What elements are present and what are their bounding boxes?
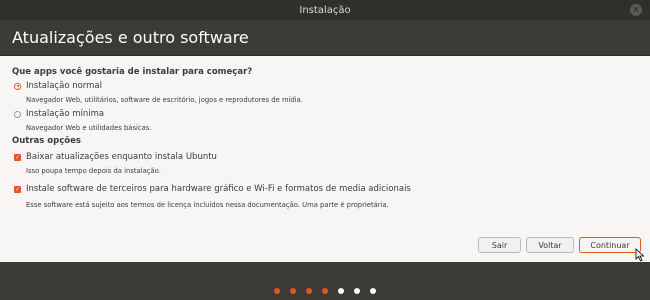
radio-minimal-install-label[interactable]: Instalação mínima [26, 109, 104, 119]
other-options-title: Outras opções [12, 136, 81, 146]
radio-unselected-icon[interactable] [14, 110, 21, 118]
window-close-button[interactable]: × [630, 4, 642, 16]
window-titlebar: Instalação × [0, 0, 650, 20]
continue-button[interactable]: Continuar [579, 237, 641, 253]
window-title: Instalação [299, 4, 351, 16]
radio-minimal-install[interactable]: Instalação mínima [14, 109, 104, 119]
checkbox-third-party-description: Esse software está sujeito aos termos de… [26, 201, 389, 209]
install-type-question: Que apps você gostaria de instalar para … [12, 67, 253, 77]
page-title: Atualizações e outro software [12, 28, 249, 47]
step-dot-pending [338, 288, 344, 294]
step-progress-indicator [0, 288, 650, 294]
checkbox-third-party[interactable]: ✓ Instale software de terceiros para har… [14, 184, 411, 194]
content-panel: Que apps você gostaria de instalar para … [0, 55, 650, 262]
checkmark-icon[interactable]: ✓ [14, 153, 21, 161]
checkbox-third-party-label[interactable]: Instale software de terceiros para hardw… [26, 184, 411, 194]
radio-selected-icon[interactable] [14, 82, 21, 90]
step-dot-complete [322, 288, 328, 294]
step-dot-pending [370, 288, 376, 294]
back-button[interactable]: Voltar [526, 237, 574, 253]
checkbox-download-updates-label[interactable]: Baixar atualizações enquanto instala Ubu… [26, 152, 217, 162]
step-dot-complete [290, 288, 296, 294]
checkbox-download-updates[interactable]: ✓ Baixar atualizações enquanto instala U… [14, 152, 217, 162]
radio-normal-install-label[interactable]: Instalação normal [26, 81, 102, 91]
radio-normal-install-description: Navegador Web, utilitários, software de … [26, 96, 303, 104]
quit-button[interactable]: Sair [478, 237, 521, 253]
page-header: Atualizações e outro software [0, 20, 650, 55]
step-dot-complete [274, 288, 280, 294]
mouse-pointer-icon [635, 248, 645, 262]
checkbox-download-updates-description: Isso poupa tempo depois da instalação. [26, 167, 161, 175]
checkmark-icon[interactable]: ✓ [14, 185, 21, 193]
radio-normal-install[interactable]: Instalação normal [14, 81, 102, 91]
close-icon: × [632, 5, 640, 15]
radio-minimal-install-description: Navegador Web e utilidades básicas. [26, 124, 152, 132]
step-dot-pending [354, 288, 360, 294]
step-dot-complete [306, 288, 312, 294]
